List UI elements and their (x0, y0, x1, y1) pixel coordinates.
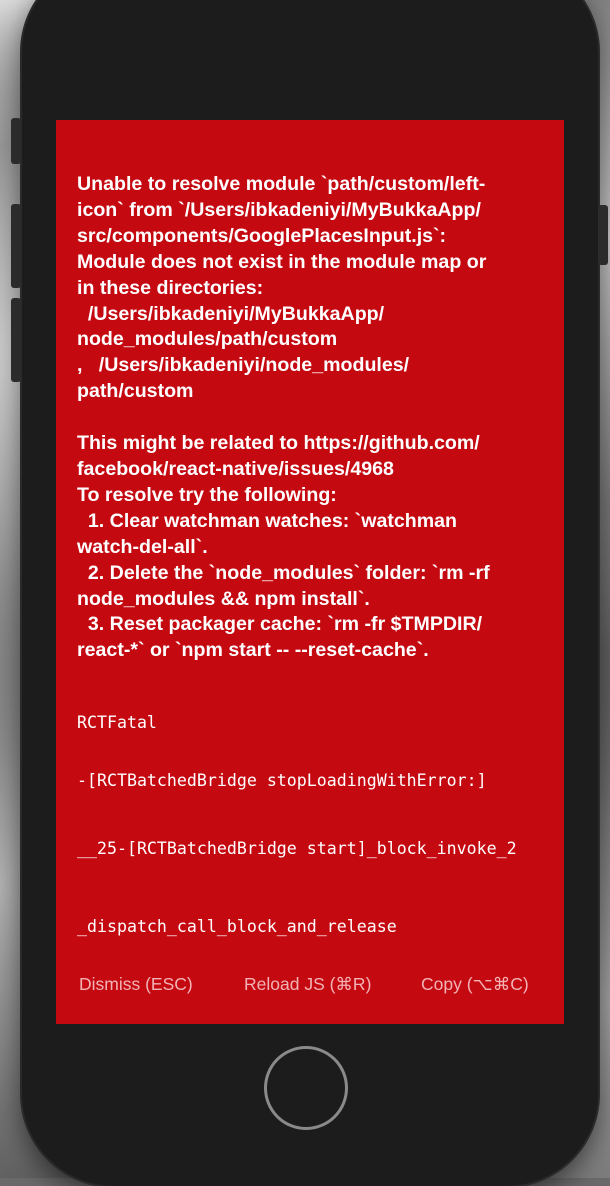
redbox-action-bar: Dismiss (ESC) Reload JS (⌘R) Copy (⌥⌘C) (56, 972, 564, 996)
stack-frame[interactable]: RCTFatal (77, 712, 552, 734)
volume-down-button (11, 298, 21, 382)
stack-frame[interactable]: __25-[RCTBatchedBridge start]_block_invo… (77, 838, 552, 860)
stack-frame[interactable]: -[RCTBatchedBridge stopLoadingWithError:… (77, 770, 552, 792)
copy-button[interactable]: Copy (⌥⌘C) (421, 972, 529, 996)
dismiss-button[interactable]: Dismiss (ESC) (79, 972, 193, 996)
home-button[interactable] (264, 1046, 348, 1130)
stack-frame[interactable]: _dispatch_call_block_and_release (77, 916, 552, 938)
volume-up-button (11, 204, 21, 288)
mute-switch (11, 118, 21, 164)
reload-js-button[interactable]: Reload JS (⌘R) (244, 972, 371, 996)
power-button (598, 205, 608, 265)
error-message: Unable to resolve module `path/custom/le… (77, 173, 490, 662)
redbox-error-screen: Unable to resolve module `path/custom/le… (56, 120, 564, 1024)
